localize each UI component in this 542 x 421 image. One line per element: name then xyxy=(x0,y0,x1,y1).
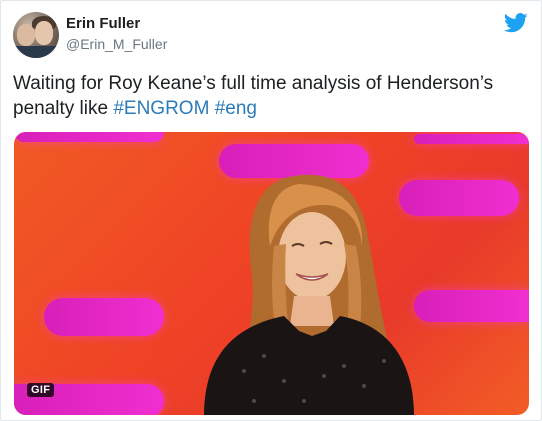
tweet-text: Waiting for Roy Keane’s full time analys… xyxy=(13,71,528,121)
neon-bar-top-right xyxy=(414,134,529,144)
gif-badge: GIF xyxy=(27,383,55,397)
hashtag-eng[interactable]: #eng xyxy=(215,98,257,119)
avatar-shirt xyxy=(13,46,59,58)
user-handle[interactable]: @Erin_M_Fuller xyxy=(66,36,167,52)
neon-bar-left xyxy=(44,298,164,336)
avatar[interactable] xyxy=(13,12,59,58)
display-name[interactable]: Erin Fuller xyxy=(66,15,140,32)
gif-media[interactable]: GIF xyxy=(14,132,529,415)
avatar-face-right xyxy=(35,21,53,45)
hashtag-engrom[interactable]: #ENGROM xyxy=(113,98,209,119)
neon-bar-top-left xyxy=(14,132,164,142)
tweet-card: Erin Fuller @Erin_M_Fuller Waiting for R… xyxy=(0,0,542,421)
person-figure xyxy=(204,174,414,415)
twitter-bird-icon[interactable] xyxy=(504,13,528,33)
